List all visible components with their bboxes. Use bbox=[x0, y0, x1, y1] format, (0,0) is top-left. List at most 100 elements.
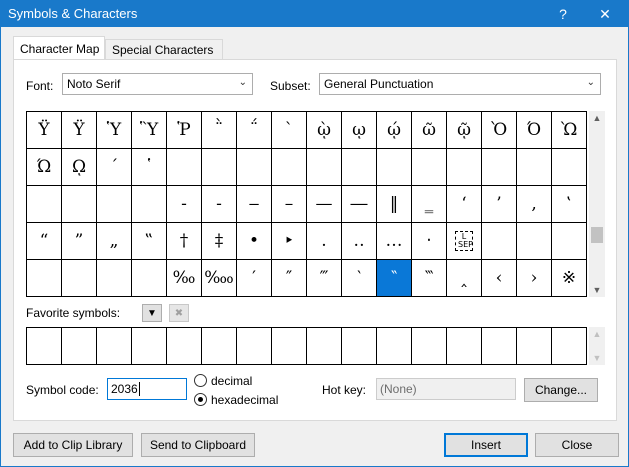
char-cell[interactable]: ‑ bbox=[202, 186, 237, 223]
char-cell[interactable] bbox=[27, 260, 62, 297]
char-cell[interactable]: ― bbox=[342, 186, 377, 223]
char-cell[interactable]: ‣ bbox=[272, 223, 307, 260]
char-cell[interactable]: ‴ bbox=[307, 260, 342, 297]
char-cell[interactable] bbox=[132, 260, 167, 297]
char-cell[interactable]: ‱ bbox=[202, 260, 237, 297]
char-cell[interactable]: ‵ bbox=[342, 260, 377, 297]
favorite-cell[interactable] bbox=[412, 328, 447, 365]
char-cell[interactable]: Ὼ bbox=[552, 112, 587, 149]
insert-button[interactable]: Insert bbox=[444, 433, 528, 457]
char-cell[interactable]: • bbox=[237, 223, 272, 260]
send-to-clipboard-button[interactable]: Send to Clipboard bbox=[141, 433, 255, 457]
char-cell[interactable]: ῲ bbox=[307, 112, 342, 149]
char-cell[interactable]: ” bbox=[62, 223, 97, 260]
char-cell[interactable]: ‥ bbox=[342, 223, 377, 260]
tab-character-map[interactable]: Character Map bbox=[13, 36, 105, 59]
char-cell[interactable] bbox=[132, 186, 167, 223]
char-cell[interactable]: Ὑ bbox=[97, 112, 132, 149]
char-cell[interactable] bbox=[552, 149, 587, 186]
font-select[interactable]: Noto Serif ⌄ bbox=[62, 73, 253, 95]
favorite-cell[interactable] bbox=[377, 328, 412, 365]
favorite-cell[interactable] bbox=[342, 328, 377, 365]
favorite-cell[interactable] bbox=[62, 328, 97, 365]
favorite-cell[interactable] bbox=[517, 328, 552, 365]
favorite-cell[interactable] bbox=[307, 328, 342, 365]
char-cell[interactable]: ´ bbox=[97, 149, 132, 186]
char-cell[interactable]: … bbox=[377, 223, 412, 260]
char-cell[interactable] bbox=[342, 149, 377, 186]
scroll-up-icon[interactable]: ▲ bbox=[589, 329, 605, 339]
char-cell[interactable] bbox=[97, 186, 132, 223]
char-cell[interactable]: ‧ bbox=[412, 223, 447, 260]
char-cell[interactable]: Ώ bbox=[27, 149, 62, 186]
char-cell[interactable] bbox=[237, 149, 272, 186]
favorite-cell[interactable] bbox=[27, 328, 62, 365]
char-cell[interactable]: ῾ bbox=[132, 149, 167, 186]
char-cell[interactable]: ‹ bbox=[482, 260, 517, 297]
char-cell[interactable] bbox=[97, 260, 132, 297]
char-cell[interactable]: ΅ bbox=[237, 112, 272, 149]
char-cell[interactable] bbox=[377, 149, 412, 186]
char-cell[interactable]: ῼ bbox=[62, 149, 97, 186]
char-cell[interactable]: ‶ bbox=[377, 260, 412, 297]
char-cell[interactable]: Ϋ bbox=[62, 112, 97, 149]
scroll-down-icon[interactable]: ▼ bbox=[589, 353, 605, 363]
char-cell[interactable]: ․ bbox=[307, 223, 342, 260]
char-cell[interactable]: ‖ bbox=[377, 186, 412, 223]
favorite-cell[interactable] bbox=[272, 328, 307, 365]
close-window-button[interactable]: ✕ bbox=[587, 1, 623, 27]
char-cell[interactable]: Ό bbox=[517, 112, 552, 149]
hexadecimal-radio[interactable] bbox=[194, 393, 207, 406]
char-cell[interactable]: ‰ bbox=[167, 260, 202, 297]
favorite-cell[interactable] bbox=[447, 328, 482, 365]
char-cell[interactable]: ῴ bbox=[377, 112, 412, 149]
char-cell[interactable]: ‘ bbox=[447, 186, 482, 223]
favorites-remove-button[interactable]: ✖ bbox=[169, 304, 189, 322]
char-cell[interactable]: Ῥ bbox=[167, 112, 202, 149]
char-cell[interactable] bbox=[272, 149, 307, 186]
close-button[interactable]: Close bbox=[535, 433, 619, 457]
tab-special-characters[interactable]: Special Characters bbox=[105, 39, 223, 59]
char-cell[interactable]: ′ bbox=[237, 260, 272, 297]
favorite-cell[interactable] bbox=[237, 328, 272, 365]
char-cell[interactable]: ‛ bbox=[552, 186, 587, 223]
char-cell[interactable] bbox=[517, 149, 552, 186]
char-cell[interactable] bbox=[552, 223, 587, 260]
char-cell[interactable]: ‸ bbox=[447, 260, 482, 297]
scroll-up-icon[interactable]: ▲ bbox=[589, 113, 605, 123]
char-cell[interactable] bbox=[62, 186, 97, 223]
char-cell[interactable] bbox=[447, 149, 482, 186]
subset-select[interactable]: General Punctuation ⌄ bbox=[319, 73, 601, 95]
char-cell[interactable]: Ϋ bbox=[27, 112, 62, 149]
add-to-clip-library-button[interactable]: Add to Clip Library bbox=[13, 433, 133, 457]
decimal-radio[interactable] bbox=[194, 374, 207, 387]
char-cell[interactable] bbox=[27, 186, 62, 223]
char-cell[interactable] bbox=[517, 223, 552, 260]
char-cell[interactable]: “ bbox=[27, 223, 62, 260]
char-cell[interactable]: ″ bbox=[272, 260, 307, 297]
char-cell[interactable]: ‚ bbox=[517, 186, 552, 223]
char-cell[interactable]: ῶ bbox=[412, 112, 447, 149]
char-cell[interactable]: ‒ bbox=[237, 186, 272, 223]
char-cell[interactable] bbox=[202, 149, 237, 186]
char-cell[interactable]: „ bbox=[97, 223, 132, 260]
char-cell[interactable] bbox=[62, 260, 97, 297]
char-cell[interactable]: ` bbox=[272, 112, 307, 149]
char-cell[interactable]: ῷ bbox=[447, 112, 482, 149]
change-hotkey-button[interactable]: Change... bbox=[524, 378, 598, 402]
char-cell[interactable]: ‷ bbox=[412, 260, 447, 297]
favorite-cell[interactable] bbox=[167, 328, 202, 365]
char-cell[interactable]: ‗ bbox=[412, 186, 447, 223]
char-cell[interactable]: ‐ bbox=[167, 186, 202, 223]
char-cell[interactable]: Ὸ bbox=[482, 112, 517, 149]
char-cell[interactable]: L SEP bbox=[447, 223, 482, 260]
favorites-dropdown-button[interactable]: ▼ bbox=[142, 304, 162, 322]
char-cell[interactable]: ‟ bbox=[132, 223, 167, 260]
char-cell[interactable]: Ὓ bbox=[132, 112, 167, 149]
favorite-cell[interactable] bbox=[97, 328, 132, 365]
char-cell[interactable]: – bbox=[272, 186, 307, 223]
char-cell[interactable]: ‡ bbox=[202, 223, 237, 260]
char-cell[interactable] bbox=[307, 149, 342, 186]
favorites-scrollbar[interactable]: ▲ ▼ bbox=[589, 327, 605, 365]
favorite-cell[interactable] bbox=[552, 328, 587, 365]
